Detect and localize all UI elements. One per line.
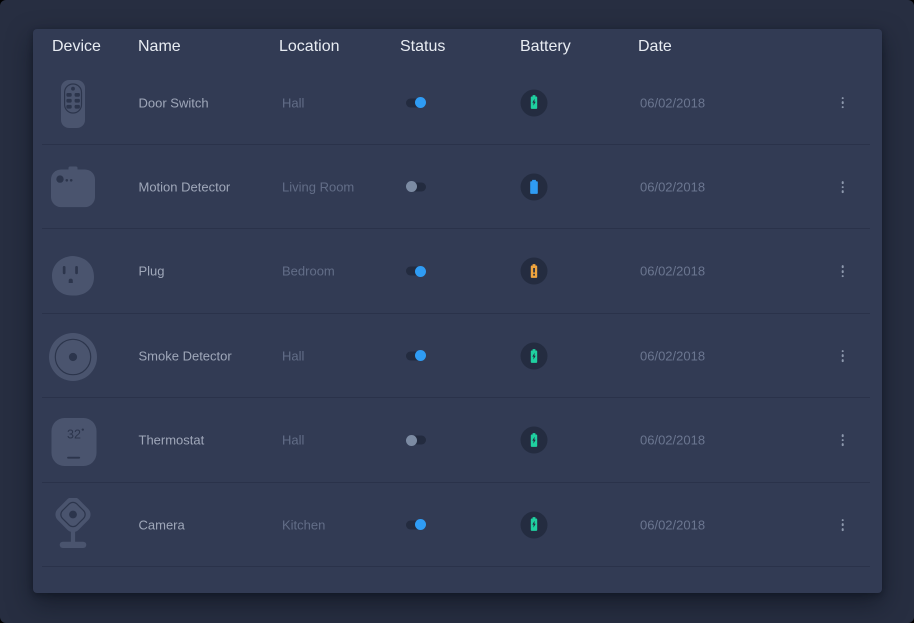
svg-text:32: 32 <box>67 427 81 441</box>
